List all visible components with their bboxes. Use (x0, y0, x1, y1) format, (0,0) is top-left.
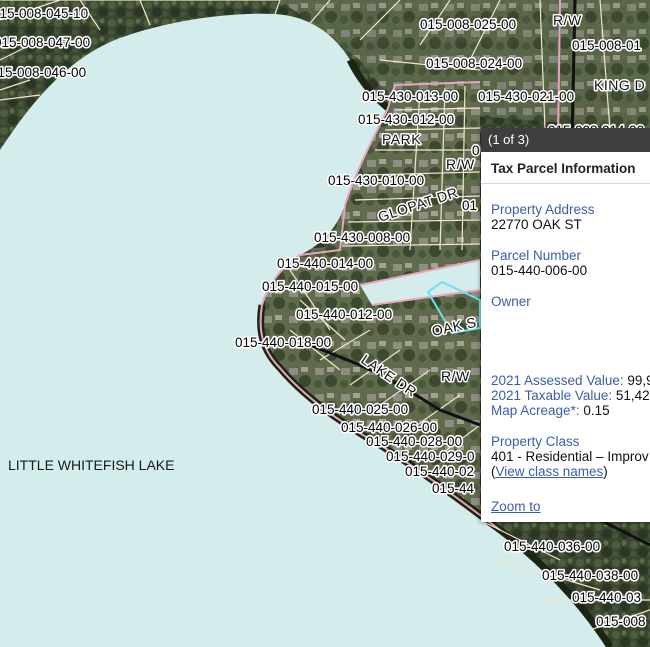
property-address-label: Property Address (491, 202, 595, 217)
street-label-park: PARK (382, 131, 421, 147)
property-class-label: Property Class (491, 434, 580, 449)
parcel-label: 015-008-046-00 (0, 65, 86, 80)
parcel-label-fragment: 01 (462, 198, 477, 213)
taxable-value-label: 2021 Taxable Value: (491, 388, 613, 403)
parcel-label: 015-440-029-0 (386, 449, 475, 464)
parcel-label: 015-44 (432, 481, 475, 496)
parcel-label: 015-008-025-00 (420, 17, 516, 32)
parcel-label: 015-440-026-00 (341, 420, 437, 435)
parcel-label: 015-008-047-00 (0, 35, 90, 50)
parcel-label: 015-440-018-00 (235, 335, 331, 350)
street-label-rw: R/W (441, 368, 470, 384)
street-label-rw: R/W (446, 156, 475, 172)
parcel-label: 015-440-014-00 (277, 256, 373, 271)
parcel-label: 015-440-03 (572, 590, 641, 605)
parcel-label: 015-430-012-00 (358, 112, 454, 127)
parcel-number-label: Parcel Number (491, 248, 582, 263)
parcel-label: 015-430-013-00 (362, 89, 458, 104)
parcel-label: 015-430-010-00 (328, 173, 424, 188)
parcel-label: 015-008-024-00 (426, 56, 522, 71)
parcel-label: 015-430-008-00 (314, 230, 410, 245)
assessed-value: 99,9 (627, 373, 650, 388)
map-acreage-value: 0.15 (583, 403, 610, 418)
parcel-label: 015-440-015-00 (262, 279, 358, 294)
map-acreage-label: Map Acreage*: (491, 403, 580, 418)
assessed-value-label: 2021 Assessed Value: (491, 373, 624, 388)
parcel-number-value: 015-440-006-00 (491, 263, 588, 278)
parcel-label: 015-008 (596, 614, 646, 629)
popup-title: Tax Parcel Information (481, 152, 650, 184)
popup-pager[interactable]: (1 of 3) (481, 128, 650, 152)
street-label-rw: R/W (553, 12, 582, 28)
property-address-value: 22770 OAK ST (491, 217, 582, 232)
parcel-label: 015-440-028-00 (366, 434, 462, 449)
property-class-value: 401 - Residential – Improv (491, 449, 649, 464)
tax-parcel-popup[interactable]: (1 of 3) Tax Parcel Information Property… (481, 128, 650, 522)
lake-name-label: LITTLE WHITEFISH LAKE (8, 457, 174, 473)
street-label-king-dr: KING D (594, 77, 645, 93)
parcel-label: 015-440-012-00 (296, 307, 392, 322)
parcel-label: 015-430-021-00 (478, 89, 574, 104)
view-class-names-link[interactable]: View class names (496, 464, 604, 479)
class-link-close: ) (603, 464, 608, 479)
parcel-label: 015-440-036-00 (504, 539, 600, 554)
owner-label: Owner (491, 294, 531, 309)
taxable-value: 51,42 (615, 388, 650, 403)
parcel-label: 015-440-02 (405, 464, 474, 479)
zoom-to-link[interactable]: Zoom to (491, 499, 650, 514)
parcel-label: 015-008-045-10 (0, 6, 88, 21)
parcel-label: 015-440-025-00 (312, 402, 408, 417)
parcel-label: 015-440-038-00 (542, 568, 638, 583)
parcel-label: 015-008-01 (572, 38, 641, 53)
